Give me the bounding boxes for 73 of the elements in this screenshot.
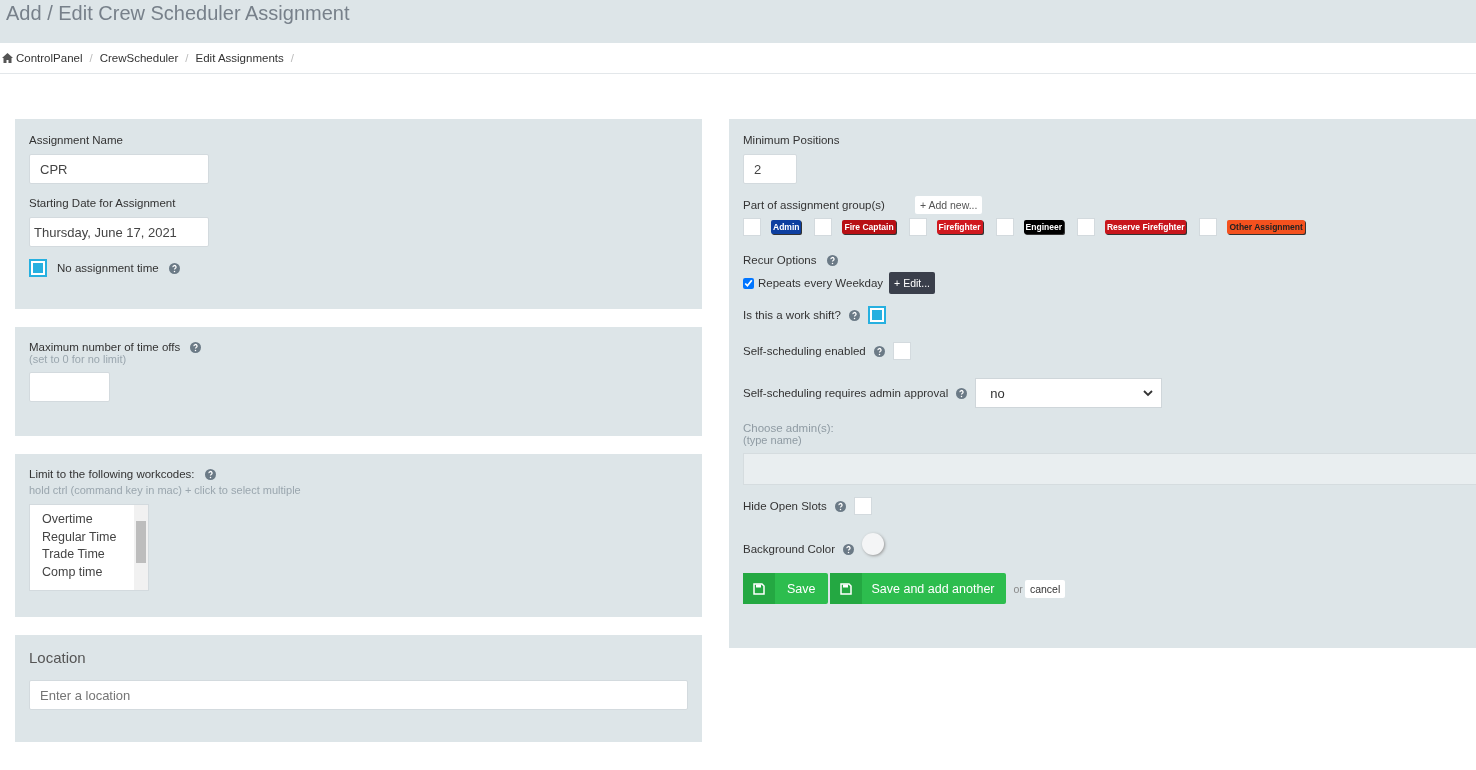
list-option[interactable]: Comp time — [42, 563, 134, 581]
breadcrumb-link[interactable]: CrewScheduler — [99, 52, 179, 64]
checkbox[interactable] — [1077, 218, 1095, 236]
checkbox[interactable] — [892, 342, 911, 360]
field-label: Minimum Positions — [743, 134, 840, 146]
field-label: Recur Options — [743, 254, 817, 266]
help-icon[interactable] — [168, 262, 180, 274]
help-icon[interactable] — [826, 254, 838, 266]
checkbox[interactable] — [995, 218, 1014, 236]
save-icon — [839, 582, 852, 595]
field-label: Limit to the following workcodes: — [29, 468, 195, 480]
field-hint: (type name) — [743, 434, 803, 446]
chevron-down-icon — [1143, 389, 1154, 397]
checkbox[interactable] — [814, 218, 833, 236]
minimum-positions-field[interactable]: 2 — [743, 154, 797, 184]
approval-select[interactable]: no — [975, 378, 1163, 408]
checkbox-label: Self-scheduling enabled — [743, 345, 866, 357]
field-hint: (set to 0 for no limit) — [29, 353, 128, 365]
group-tag: Fire Captain — [842, 220, 896, 234]
field-label: Part of assignment group(s) — [743, 199, 885, 211]
scrollbar[interactable] — [134, 505, 148, 590]
list-option[interactable]: Regular Time — [42, 528, 134, 546]
breadcrumb-separator: / — [185, 52, 189, 64]
add-group-button[interactable]: + Add new... — [914, 196, 983, 214]
breadcrumb-link[interactable]: ControlPanel — [16, 52, 83, 64]
field-label: Self-scheduling requires admin approval — [743, 387, 949, 399]
edit-button[interactable]: + Edit... — [889, 272, 935, 294]
help-icon[interactable] — [204, 468, 216, 480]
help-icon[interactable] — [843, 543, 855, 555]
checkbox-label: No assignment time — [57, 262, 159, 274]
page-title: Add / Edit Crew Scheduler Assignment — [6, 1, 350, 26]
field-label: Choose admin(s): — [743, 422, 835, 434]
group-tag: Other Assignment — [1227, 220, 1305, 234]
checkbox[interactable] — [908, 218, 927, 236]
list-option[interactable]: Overtime — [42, 511, 134, 529]
assignment-name-field[interactable]: CPR — [29, 154, 209, 184]
checkbox[interactable] — [853, 497, 872, 515]
list-option[interactable]: Trade Time — [42, 546, 134, 564]
cancel-button[interactable]: cancel — [1024, 579, 1066, 598]
field-label: Assignment Name — [29, 134, 123, 146]
date-field[interactable]: Thursday, June 17, 2021 — [29, 217, 209, 247]
save-icon — [753, 582, 765, 595]
group-tag: Engineer — [1023, 220, 1064, 234]
group-tag: Firefighter — [936, 220, 983, 234]
checkbox[interactable] — [743, 277, 754, 289]
field-hint: hold ctrl (command key in mac) + click to select multiple — [29, 484, 302, 496]
help-icon[interactable] — [834, 500, 846, 512]
workcode-list[interactable]: Overtime Regular Time Trade Time Comp time — [29, 504, 149, 591]
group-tag: Admin — [771, 220, 802, 234]
or-text: or — [1013, 582, 1023, 595]
help-icon[interactable] — [873, 345, 885, 357]
color-swatch[interactable] — [862, 533, 885, 555]
checkbox[interactable] — [1199, 218, 1218, 236]
time-offs-field[interactable] — [29, 372, 110, 402]
checkbox-label: Is this a work shift? — [743, 309, 841, 321]
checkbox[interactable] — [743, 218, 761, 236]
breadcrumb-separator: / — [290, 52, 294, 64]
field-label: Starting Date for Assignment — [29, 197, 176, 209]
field-label: Background Color — [743, 543, 836, 555]
checkbox[interactable] — [29, 259, 47, 277]
checkbox-label: Hide Open Slots — [743, 500, 827, 512]
checkbox[interactable] — [867, 306, 886, 324]
section-title: Location — [29, 649, 86, 666]
breadcrumb-separator: / — [89, 52, 93, 64]
field-label: Maximum number of time offs — [29, 341, 181, 353]
help-icon[interactable] — [190, 341, 202, 353]
help-icon[interactable] — [848, 309, 860, 321]
group-tag: Reserve Firefighter — [1105, 220, 1187, 234]
home-icon — [2, 53, 13, 63]
checkbox-label: Repeats every Weekday — [758, 277, 884, 289]
breadcrumb-link[interactable]: Edit Assignments — [195, 52, 284, 64]
help-icon[interactable] — [956, 387, 968, 399]
location-field[interactable]: Enter a location — [29, 680, 688, 710]
